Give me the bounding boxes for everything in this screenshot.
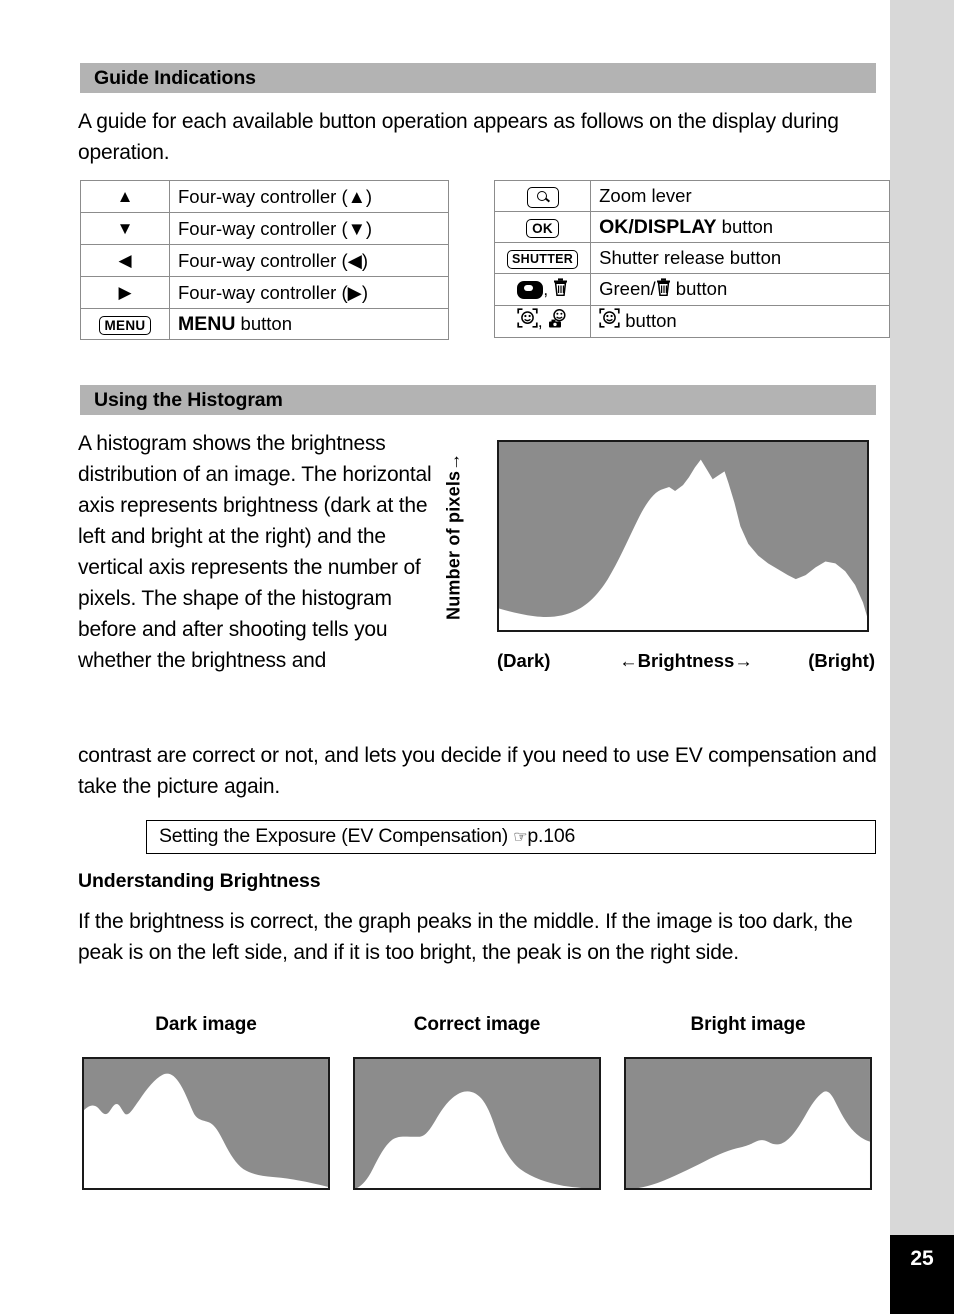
key-cell: ▲ <box>80 180 170 213</box>
main-histogram-figure <box>497 440 869 632</box>
key-cell: ◀ <box>80 244 170 277</box>
desc-cell: Four-way controller (▶) <box>169 276 449 309</box>
cross-reference-box[interactable]: Setting the Exposure (EV Compensation) ☞… <box>146 820 876 854</box>
bright-image-histogram-figure <box>624 1057 872 1190</box>
key-cell: SHUTTER <box>493 242 592 274</box>
table-row: MENU MENU button <box>80 308 449 340</box>
pointing-hand-icon: ☞ <box>513 829 528 846</box>
histogram-paragraph-left: A histogram shows the brightness distrib… <box>78 432 432 672</box>
desc-cell: Four-way controller (▼) <box>169 212 449 245</box>
green-label-prefix: Green/ <box>599 278 656 299</box>
desc-cell: MENU button <box>169 308 449 340</box>
key-cell: OK <box>493 211 592 243</box>
comma-separator: , <box>537 312 548 332</box>
desc-cell: Zoom lever <box>590 180 890 212</box>
table-row: OK OK/DISPLAY button <box>493 211 890 243</box>
subheading-understanding-brightness: Understanding Brightness <box>78 870 321 892</box>
section-header-using-the-histogram: Using the Histogram <box>80 385 876 415</box>
arrow-down-icon: ▼ <box>116 219 134 238</box>
trash-icon <box>656 275 671 305</box>
menu-suffix: button <box>235 313 292 334</box>
ok-suffix: button <box>716 216 774 237</box>
desc-cell: OK/DISPLAY button <box>590 211 890 243</box>
desc-cell: Shutter release button <box>590 242 890 274</box>
understanding-brightness-paragraph: If the brightness is correct, the graph … <box>78 910 853 964</box>
arrow-up-icon: ▲ <box>116 187 134 206</box>
guide-table-buttons: Zoom lever OK OK/DISPLAY button SHUTTER … <box>493 180 890 339</box>
histogram-y-axis-label: Number of pixels→ <box>443 452 464 620</box>
display-label: DISPLAY <box>633 216 717 238</box>
section-header-guide-indications: Guide Indications <box>80 63 876 93</box>
ok-button-icon: OK <box>526 218 559 238</box>
zoom-lever-icon <box>526 186 559 208</box>
table-row: , button <box>493 305 890 339</box>
bright-image-histogram-svg <box>626 1059 870 1188</box>
arrow-right-icon: ▶ <box>118 283 132 302</box>
key-cell: ▼ <box>80 212 170 245</box>
table-row: ▲ Four-way controller (▲) <box>80 180 449 213</box>
cross-reference-text: Setting the Exposure (EV Compensation) <box>159 825 514 847</box>
face-button-suffix: button <box>620 310 677 332</box>
desc-cell: Four-way controller (◀) <box>169 244 449 277</box>
guide-table-four-way: ▲ Four-way controller (▲) ▼ Four-way con… <box>80 180 449 340</box>
trash-icon <box>553 275 568 305</box>
correct-image-histogram-svg <box>355 1059 599 1188</box>
dark-image-histogram-figure <box>82 1057 330 1190</box>
histogram-paragraph-wide: contrast are correct or not, and lets yo… <box>78 744 877 798</box>
green-button-icon <box>517 281 544 300</box>
key-cell: , <box>493 272 592 307</box>
ok-label: OK <box>599 216 629 238</box>
axis-label-dark: (Dark) <box>497 650 551 671</box>
key-cell <box>493 180 592 212</box>
menu-label: MENU <box>178 313 236 335</box>
self-portrait-icon <box>547 307 568 337</box>
caption-dark-image: Dark image <box>155 1014 257 1035</box>
key-cell: MENU <box>80 308 170 340</box>
desc-cell: button <box>590 305 890 339</box>
dark-image-histogram-svg <box>84 1059 328 1188</box>
table-row: , Green/ button <box>493 272 890 307</box>
histogram-x-axis-labels: (Dark) ←Brightness→ (Bright) <box>497 648 875 674</box>
table-row: SHUTTER Shutter release button <box>493 242 890 274</box>
key-cell: , <box>493 305 592 339</box>
main-histogram-svg <box>499 442 867 630</box>
desc-cell: Green/ button <box>590 272 890 307</box>
axis-label-brightness: ←Brightness→ <box>619 650 753 671</box>
page-number-tab: 25 <box>890 1235 954 1314</box>
cross-reference-page[interactable]: p.106 <box>527 825 575 847</box>
face-detect-icon <box>599 307 620 337</box>
table-row: ◀ Four-way controller (◀) <box>80 244 449 277</box>
comma-separator: , <box>543 280 553 300</box>
table-row: ▶ Four-way controller (▶) <box>80 276 449 309</box>
axis-label-bright: (Bright) <box>808 650 875 671</box>
page-right-edge <box>890 0 954 1314</box>
page-content: Guide Indications A guide for each avail… <box>0 0 890 1314</box>
caption-bright-image: Bright image <box>690 1014 806 1035</box>
key-cell: ▶ <box>80 276 170 309</box>
page-number: 25 <box>910 1247 934 1270</box>
arrow-left-icon: ◀ <box>118 251 132 270</box>
desc-cell: Four-way controller (▲) <box>169 180 449 213</box>
table-row: Zoom lever <box>493 180 890 212</box>
shutter-button-icon: SHUTTER <box>506 249 579 269</box>
green-label-suffix: button <box>670 278 728 299</box>
caption-correct-image: Correct image <box>413 1014 541 1035</box>
menu-button-icon: MENU <box>98 315 152 335</box>
table-row: ▼ Four-way controller (▼) <box>80 212 449 245</box>
guide-intro-paragraph: A guide for each available button operat… <box>78 110 839 164</box>
correct-image-histogram-figure <box>353 1057 601 1190</box>
face-detect-icon <box>517 307 538 337</box>
